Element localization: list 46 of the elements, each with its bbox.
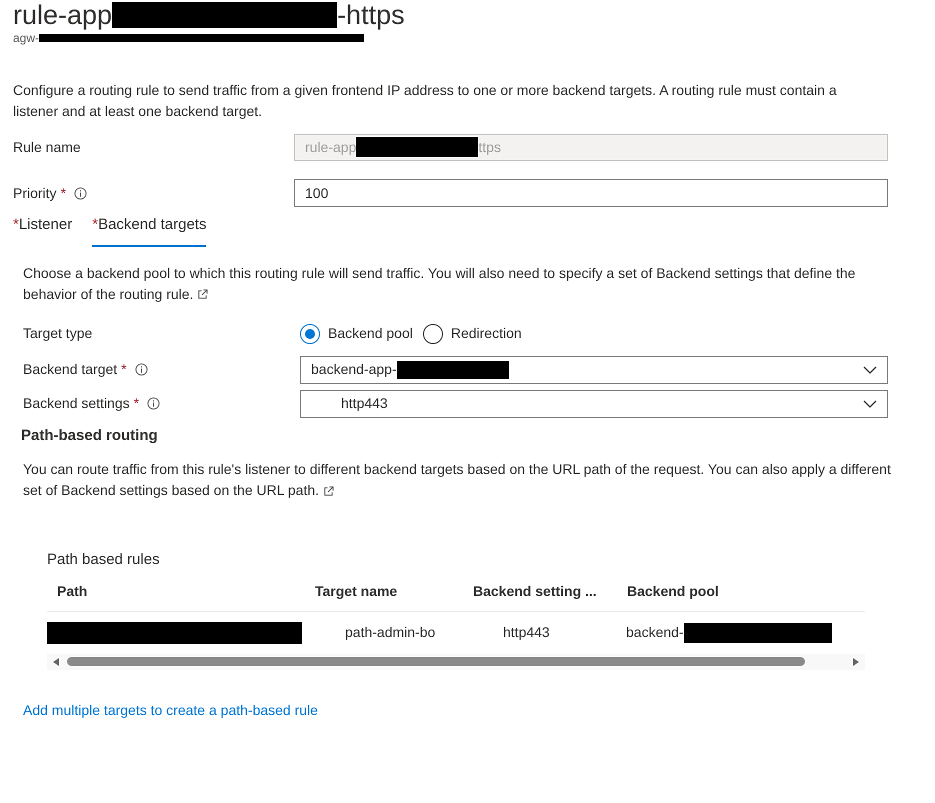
table-cell: http443: [503, 624, 550, 640]
tab[interactable]: *Listener: [13, 210, 72, 246]
chevron-down-icon: [863, 400, 877, 408]
horizontal-scrollbar[interactable]: [47, 654, 865, 670]
table-cell: path-admin-bo: [345, 624, 436, 640]
external-link-icon[interactable]: [323, 486, 334, 497]
info-icon: [74, 186, 88, 200]
add-targets-link[interactable]: Add multiple targets to create a path-based rule: [23, 700, 318, 720]
field-label: Backend settings: [23, 394, 130, 413]
required-asterisk: *: [60, 184, 66, 202]
field-label: Rule name: [13, 138, 81, 156]
radio-icon[interactable]: [300, 324, 320, 344]
table-cell-text: backend-: [626, 623, 684, 642]
backend-settings-dropdown[interactable]: http443: [300, 390, 888, 418]
column-header: Target name: [315, 582, 398, 598]
path-routing-text: You can route traffic from this rule's listener to different backend targets based on the URL path of the request. You can also apply a different set of Backend settings based on the URL path.: [23, 460, 892, 500]
scroll-right-icon[interactable]: [853, 658, 859, 666]
scroll-left-icon[interactable]: [53, 658, 59, 666]
column-header: Backend setting ...: [473, 582, 597, 598]
section-heading: Path-based routing: [21, 426, 159, 446]
field-label: Target type: [23, 324, 92, 343]
dropdown-value: backend-app-: [311, 360, 397, 379]
info-icon: [147, 397, 160, 410]
column-header: Path: [57, 582, 88, 598]
page-subtitle: agw-: [13, 30, 40, 47]
required-asterisk: *: [121, 360, 127, 379]
description-text: Configure a routing rule to send traffic from a given frontend IP address to one or more backend targets. A routing rule must contain a listener and at least one backend target.: [13, 81, 838, 121]
backend-target-dropdown[interactable]: backend-app-: [300, 356, 888, 384]
radio-option[interactable]: Redirection: [422, 323, 522, 344]
priority-field[interactable]: 100: [294, 179, 888, 207]
info-icon: [134, 363, 148, 376]
external-link-icon[interactable]: [197, 289, 208, 300]
field-value: rule-app: [305, 138, 356, 157]
intro-text: Choose a backend pool to which this routing rule will send traffic. You will also need to specify a set of Backend settings that define the behavior of the routing rule.: [23, 264, 856, 304]
radio-option[interactable]: Backend pool: [300, 323, 413, 344]
field-label: Priority: [13, 184, 57, 203]
required-asterisk: *: [134, 394, 140, 413]
field-value: ttps: [478, 138, 501, 157]
field-label: Backend target: [23, 360, 118, 379]
page-title: -https: [337, 2, 405, 28]
chevron-down-icon: [863, 366, 877, 374]
column-header: Backend pool: [627, 582, 719, 598]
radio-icon[interactable]: [422, 324, 443, 344]
tab[interactable]: *Backend targets: [92, 210, 206, 246]
page-title: rule-app: [13, 2, 112, 28]
table-title: Path based rules: [47, 550, 161, 570]
